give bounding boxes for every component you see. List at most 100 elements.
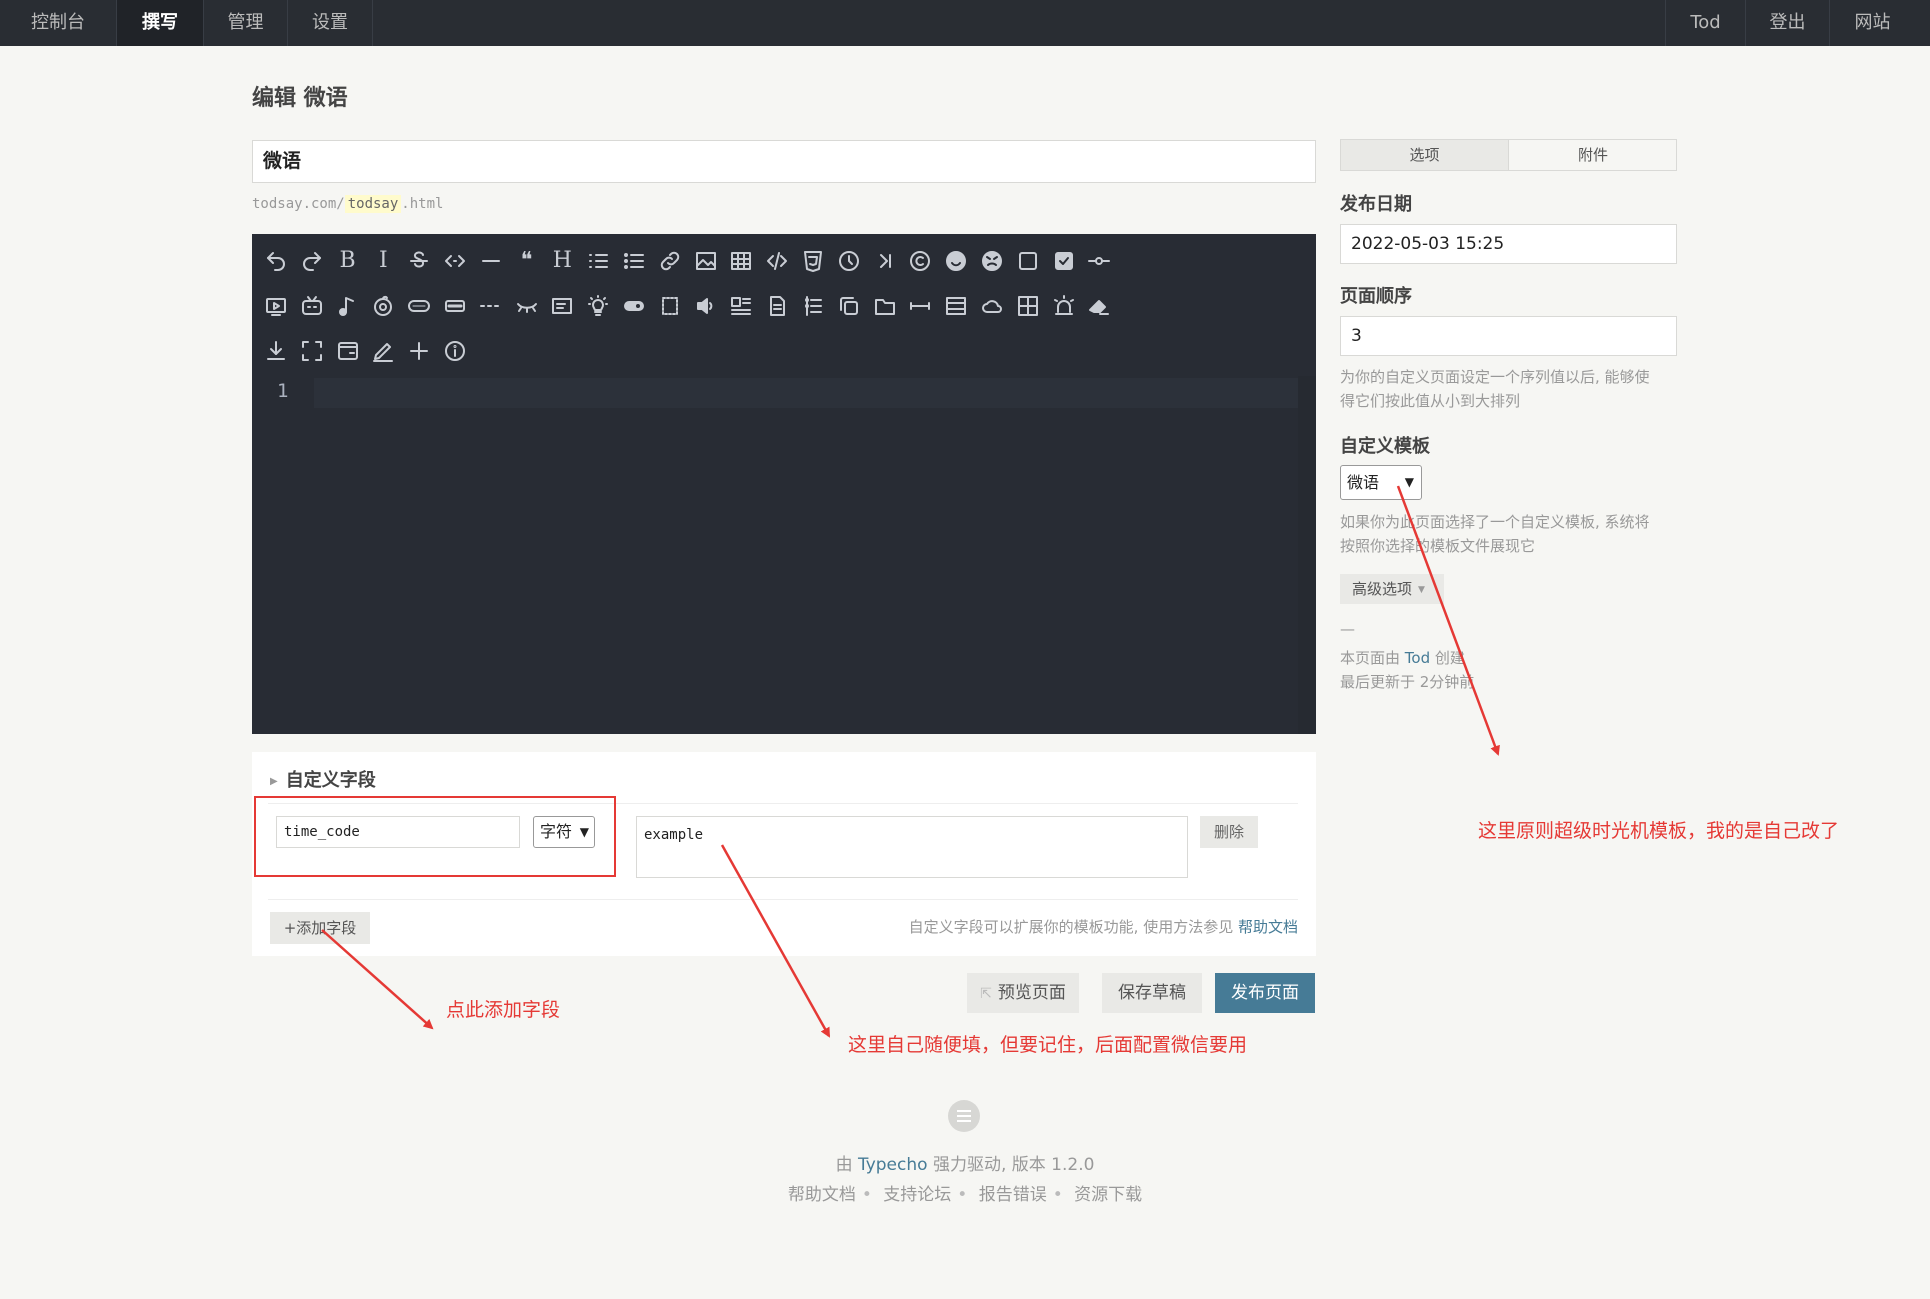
volume-icon[interactable] [690, 290, 722, 322]
slug-suffix: .html [401, 196, 444, 212]
preview-button-label: 预览页面 [997, 983, 1066, 1003]
typecho-link[interactable]: Typecho [858, 1155, 928, 1175]
bilibili-icon[interactable] [296, 290, 328, 322]
code-inline-icon[interactable] [439, 245, 471, 277]
order-input[interactable]: 3 [1340, 316, 1677, 356]
dashed-box-icon[interactable] [654, 290, 686, 322]
angry-emoji-icon[interactable] [976, 245, 1008, 277]
grid-icon[interactable] [1012, 290, 1044, 322]
nav-logout[interactable]: 登出 [1745, 0, 1829, 46]
checkbox-empty-icon[interactable] [1012, 245, 1044, 277]
arrows-horizontal-icon[interactable] [904, 290, 936, 322]
chevron-down-icon: ▼ [1404, 475, 1414, 489]
bulb-icon[interactable] [582, 290, 614, 322]
slider-line-icon[interactable] [1083, 245, 1115, 277]
window-icon[interactable] [332, 335, 364, 367]
editor-scrollbar[interactable] [1298, 376, 1316, 734]
arrow-right-bar-icon[interactable] [869, 245, 901, 277]
tabs-icon[interactable] [869, 290, 901, 322]
card-icon[interactable] [546, 290, 578, 322]
nav-dashboard[interactable]: 控制台 [0, 0, 117, 46]
slug-url: todsay.com/todsay .html [252, 195, 444, 213]
title-input[interactable]: 微语 [252, 140, 1316, 183]
panel-icon[interactable] [940, 290, 972, 322]
page-title: 编辑 微语 [252, 86, 348, 111]
custom-fields-title[interactable]: ▶ 自定义字段 [270, 766, 376, 792]
fullscreen-icon[interactable] [296, 335, 328, 367]
delete-field-button[interactable]: 删除 [1200, 816, 1258, 848]
nav-write[interactable]: 撰写 [117, 0, 204, 46]
btn-icon[interactable] [403, 290, 435, 322]
smile-emoji-icon[interactable] [940, 245, 972, 277]
link-icon[interactable] [654, 245, 686, 277]
order-desc-line: 为你的自定义页面设定一个序列值以后, 能够使 [1340, 368, 1650, 386]
cloud-icon[interactable] [976, 290, 1008, 322]
sidebar-tabs: 选项 附件 [1340, 139, 1677, 171]
nav-site[interactable]: 网站 [1829, 0, 1915, 46]
dotted-line-icon[interactable] [475, 290, 507, 322]
nav-manage[interactable]: 管理 [204, 0, 288, 46]
redo-icon[interactable] [296, 245, 328, 277]
copyright-icon[interactable] [904, 245, 936, 277]
tab-attachments[interactable]: 附件 [1509, 140, 1677, 170]
field-value-textarea[interactable]: example [636, 816, 1188, 878]
gallery-icon[interactable] [725, 290, 757, 322]
date-input[interactable]: 2022-05-03 15:25 [1340, 224, 1677, 264]
music-note-icon[interactable] [332, 290, 364, 322]
annotation-add-field: 点此添加字段 [446, 999, 561, 1021]
clock-icon[interactable] [833, 245, 865, 277]
add-field-button[interactable]: +添加字段 [270, 912, 370, 944]
html5-icon[interactable] [797, 245, 829, 277]
slug-input[interactable]: todsay [344, 195, 402, 213]
plus-icon[interactable] [403, 335, 435, 367]
info-icon[interactable] [439, 335, 471, 367]
checkbox-checked-icon[interactable] [1048, 245, 1080, 277]
markdown-editor[interactable]: B I ❝ H 1 [252, 234, 1316, 734]
quote-icon[interactable]: ❝ [511, 245, 543, 277]
help-doc-link[interactable]: 帮助文档 [1238, 918, 1298, 936]
tab-options[interactable]: 选项 [1341, 140, 1509, 170]
last-updated: 最后更新于 2分钟前 [1340, 673, 1475, 691]
copy-icon[interactable] [833, 290, 865, 322]
table-icon[interactable] [725, 245, 757, 277]
footer-link-download[interactable]: 资源下载 [1074, 1185, 1142, 1205]
order-desc-line: 得它们按此值从小到大排列 [1340, 392, 1521, 410]
preview-button[interactable]: ⇱ 预览页面 [967, 973, 1079, 1013]
eraser-icon[interactable] [1083, 290, 1115, 322]
bold-icon[interactable]: B [332, 245, 364, 277]
heading-icon[interactable]: H [546, 245, 578, 277]
annotation-value-note: 这里自己随便填，但要记住，后面配置微信要用 [848, 1034, 1248, 1056]
undo-icon[interactable] [260, 245, 292, 277]
pencil-icon[interactable] [367, 335, 399, 367]
netease-music-icon[interactable] [367, 290, 399, 322]
button-box-icon[interactable] [439, 290, 471, 322]
author-link[interactable]: Tod [1405, 649, 1430, 667]
nav-user[interactable]: Tod [1665, 0, 1745, 46]
unordered-list-icon[interactable] [618, 245, 650, 277]
video-icon[interactable] [260, 290, 292, 322]
timeline-icon[interactable] [797, 290, 829, 322]
horizontal-rule-icon[interactable] [475, 245, 507, 277]
typecho-logo-icon [948, 1100, 980, 1132]
nav-settings[interactable]: 设置 [288, 0, 373, 46]
download-icon[interactable] [260, 335, 292, 367]
save-draft-button[interactable]: 保存草稿 [1102, 973, 1202, 1013]
image-icon[interactable] [690, 245, 722, 277]
code-block-icon[interactable] [761, 245, 793, 277]
footer-link-help[interactable]: 帮助文档 [788, 1185, 856, 1205]
strikethrough-icon[interactable] [403, 245, 435, 277]
template-select[interactable]: 微语 ▼ [1340, 465, 1422, 500]
footer-link-bug[interactable]: 报告错误 [979, 1185, 1047, 1205]
ordered-list-icon[interactable] [582, 245, 614, 277]
article-icon[interactable] [761, 290, 793, 322]
publish-button[interactable]: 发布页面 [1215, 973, 1315, 1013]
date-label: 发布日期 [1340, 194, 1412, 215]
powered-by: 由 Typecho 强力驱动, 版本 1.2.0 [0, 1150, 1930, 1175]
alarm-icon[interactable] [1048, 290, 1080, 322]
advanced-options-button[interactable]: 高级选项 ▼ [1340, 574, 1444, 604]
hide-eye-icon[interactable] [511, 290, 543, 322]
toggle-icon[interactable] [618, 290, 650, 322]
italic-icon[interactable]: I [367, 245, 399, 277]
top-nav: 控制台 撰写 管理 设置 Tod 登出 网站 [0, 0, 1930, 46]
footer-link-forum[interactable]: 支持论坛 [883, 1185, 951, 1205]
